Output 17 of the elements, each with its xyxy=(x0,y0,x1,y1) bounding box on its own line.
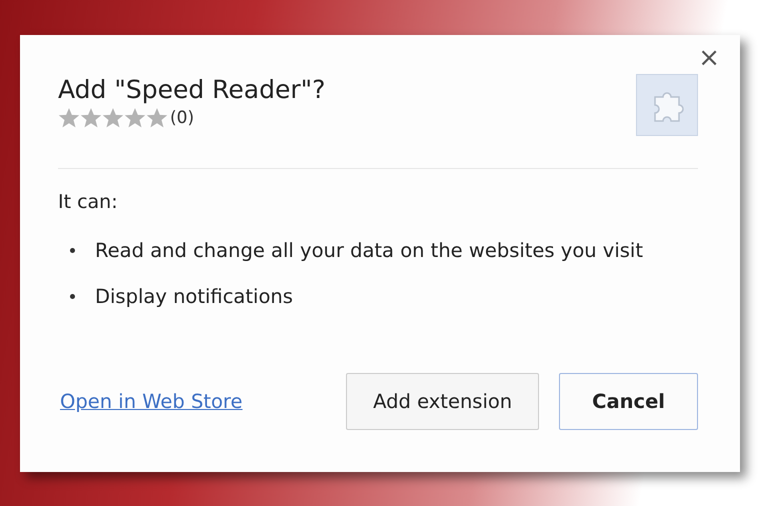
star-icon xyxy=(80,107,102,129)
star-icon xyxy=(58,107,80,129)
cancel-button[interactable]: Cancel xyxy=(559,373,698,430)
permissions-heading: It can: xyxy=(58,191,119,213)
bullet-icon xyxy=(70,248,75,252)
web-store-link[interactable]: Open in Web Store xyxy=(60,390,243,413)
rating-count: (0) xyxy=(170,108,194,128)
star-icon xyxy=(102,107,124,129)
permission-text: Read and change all your data on the websites you visit xyxy=(95,238,643,262)
add-extension-button[interactable]: Add extension xyxy=(346,373,540,430)
dialog-title: Add "Speed Reader"? xyxy=(58,75,326,105)
extension-icon xyxy=(636,74,698,136)
permission-text: Display notifications xyxy=(95,284,293,308)
close-button[interactable]: × xyxy=(694,45,724,71)
star-icon xyxy=(146,107,168,129)
bullet-icon xyxy=(70,294,75,298)
star-icon xyxy=(124,107,146,129)
